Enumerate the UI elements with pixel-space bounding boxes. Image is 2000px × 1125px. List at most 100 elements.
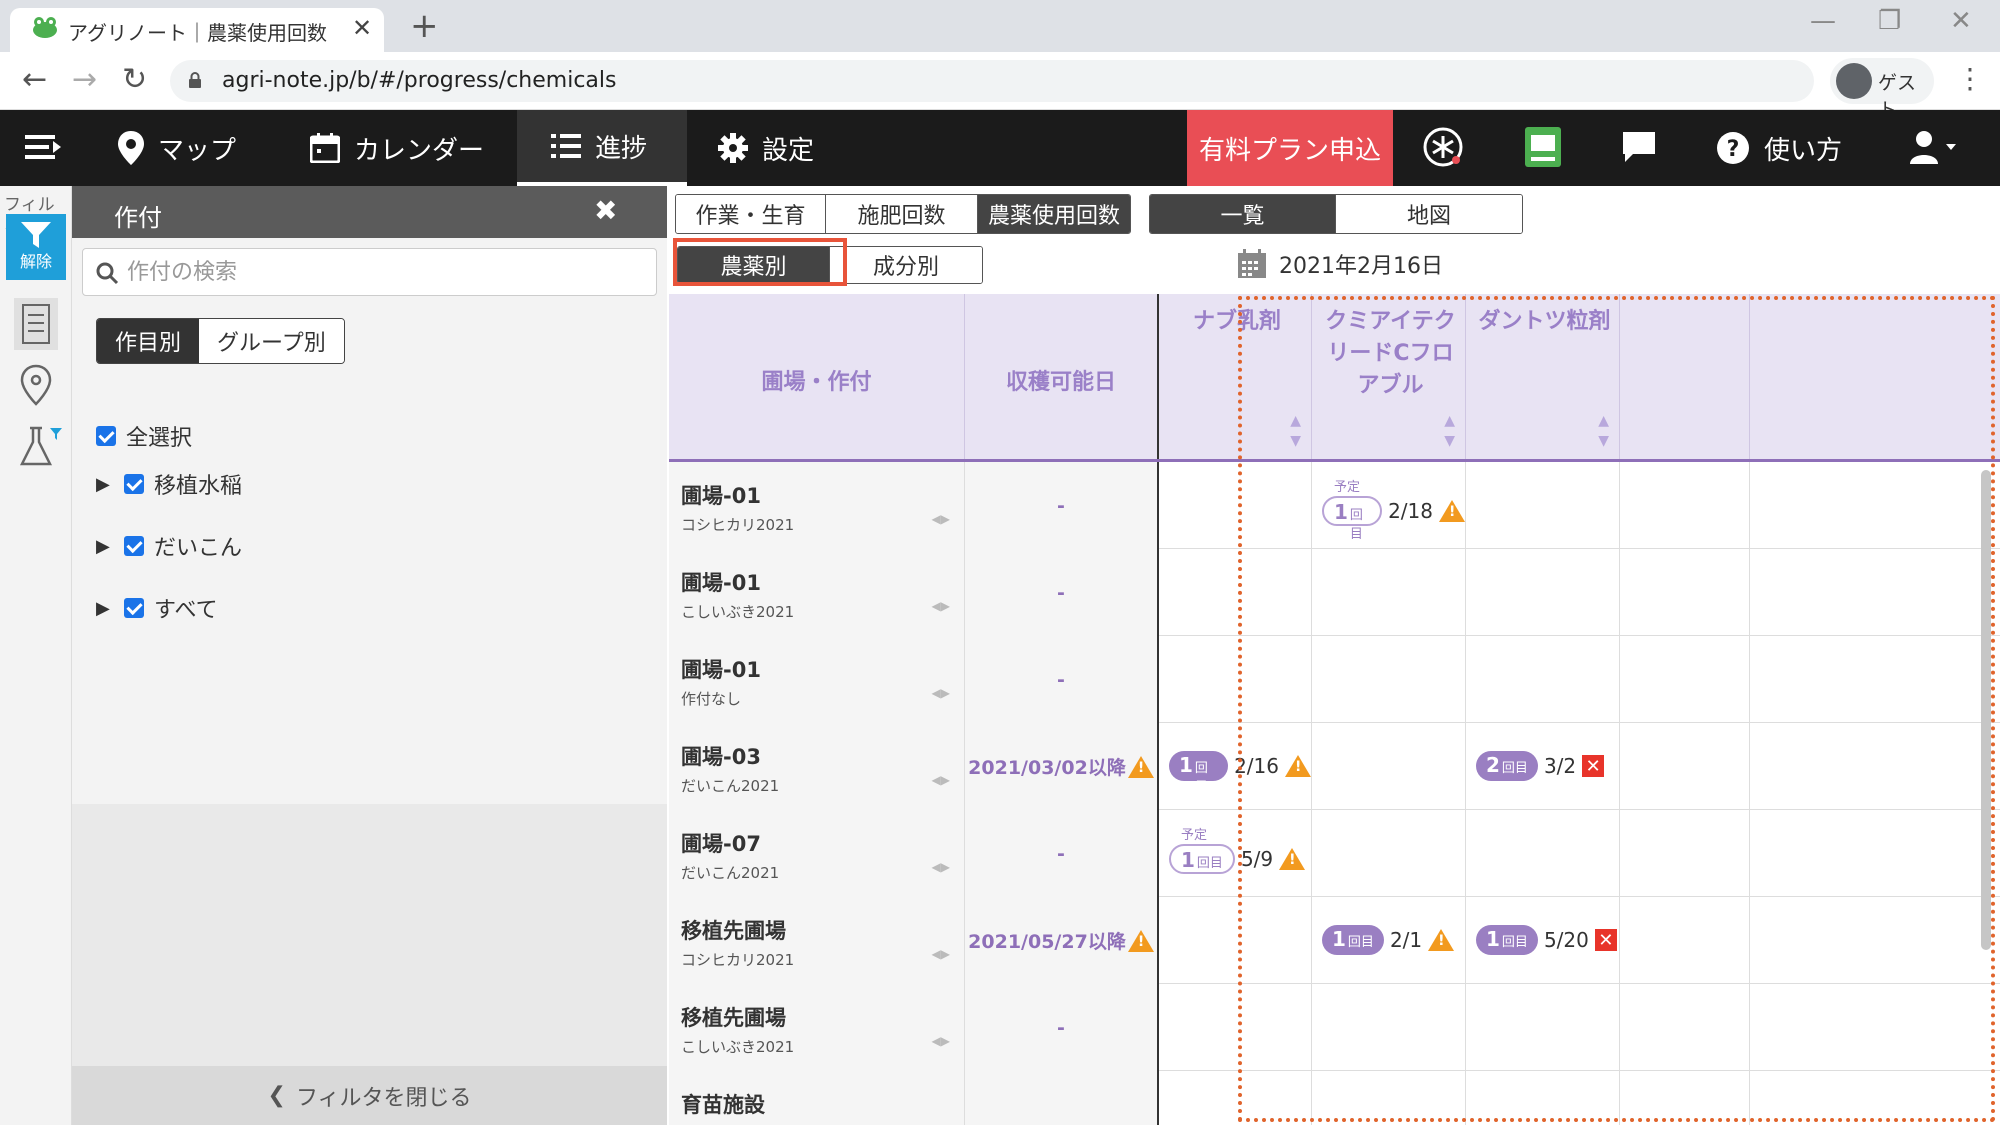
tab-fertilizer-count[interactable]: 施肥回数 [826,195,978,233]
date-display[interactable]: 2021年2月16日 [1237,248,1443,280]
chemical-usage-cell[interactable] [1466,636,1620,723]
tab-close-icon[interactable]: ✕ [352,14,372,42]
table-row[interactable]: 圃場-07 だいこん2021 ◀▶ - 予定 1 回目 5/9 [669,810,2000,897]
asterisk-circle-icon[interactable] [1420,124,1466,170]
chemical-usage-cell[interactable] [1620,897,1750,984]
col-header-chemical[interactable] [1620,294,1750,459]
chemical-usage-cell[interactable]: 2 回目 3/2 ✕ [1466,723,1620,810]
chemical-usage-cell[interactable] [1620,549,1750,636]
tab-map[interactable]: 地図 [1336,195,1522,233]
menu-toggle-icon[interactable] [20,124,66,170]
reload-icon[interactable]: ↻ [122,62,147,97]
crop-checkbox[interactable] [124,598,144,618]
tab-list[interactable]: 一覧 [1150,195,1336,233]
filter-clear-button[interactable]: 解除 [6,214,66,280]
chemical-usage-cell[interactable] [1312,636,1466,723]
chemical-usage-cell[interactable] [1159,984,1312,1071]
crop-search-input[interactable] [127,257,647,287]
crop-checkbox[interactable] [124,536,144,556]
chemical-usage-cell[interactable] [1159,636,1312,723]
url-field[interactable]: agri-note.jp/b/#/progress/chemicals [170,60,1814,102]
chemical-usage-cell[interactable]: 1 回目 2/16 [1159,723,1312,810]
scroll-arrows-icon[interactable]: ◀▶ [932,512,950,526]
document-icon[interactable] [14,298,58,350]
scroll-arrows-icon[interactable]: ◀▶ [932,947,950,961]
chemical-usage-cell[interactable]: 予定 1 回目 2/18 [1312,462,1466,549]
chat-icon[interactable] [1616,124,1662,170]
chemical-usage-cell[interactable] [1620,462,1750,549]
select-all-row[interactable]: 全選択 [96,420,192,452]
tab-pesticide-count[interactable]: 農薬使用回数 [978,195,1130,233]
profile-button[interactable]: ゲスト [1830,58,1934,121]
sort-arrows-icon[interactable]: ▲ ▼ [1444,411,1455,451]
chemical-usage-cell[interactable] [1312,549,1466,636]
help-button[interactable]: ? 使い方 [1716,110,1842,186]
chemical-usage-cell[interactable]: 予定 1 回目 5/9 [1159,810,1312,897]
pesticide-search-book-icon[interactable] [1520,124,1566,170]
expand-arrow-icon[interactable]: ▶ [96,536,114,557]
browser-menu-icon[interactable]: ⋮ [1956,62,1984,95]
expand-arrow-icon[interactable]: ▶ [96,474,114,495]
minimize-icon[interactable]: — [1810,6,1836,36]
chemical-usage-cell[interactable] [1620,1071,1750,1125]
user-menu-icon[interactable] [1904,124,1964,170]
nav-progress[interactable]: 進捗 [517,110,687,186]
table-row[interactable]: 圃場-01 作付なし ◀▶ - [669,636,2000,723]
table-row[interactable]: 移植先圃場 こしいぶき2021 ◀▶ - [669,984,2000,1071]
chemical-usage-cell[interactable] [1466,462,1620,549]
location-pin-icon[interactable] [18,364,54,406]
chemical-usage-cell[interactable] [1312,810,1466,897]
tab-by-ingredient[interactable]: 成分別 [830,247,982,283]
table-row[interactable]: 圃場-03 だいこん2021 ◀▶ 2021/03/02以降 1回目2/16 2回目3/2… [669,723,2000,810]
flask-filter-icon[interactable] [18,426,62,468]
expand-arrow-icon[interactable]: ▶ [96,598,114,619]
toggle-by-crop[interactable]: 作目別 [97,319,200,363]
scroll-arrows-icon[interactable]: ◀▶ [932,686,950,700]
nav-calendar[interactable]: カレンダー [310,110,484,186]
forward-icon[interactable]: → [72,62,97,97]
chemical-usage-cell[interactable] [1312,723,1466,810]
col-header-chemical[interactable]: ダントツ粒剤 ▲ ▼ [1466,294,1620,459]
chemical-usage-cell[interactable] [1312,984,1466,1071]
crop-checkbox[interactable] [124,474,144,494]
new-tab-button[interactable]: + [410,6,439,46]
close-filter-button[interactable]: ❮ フィルタを閉じる [72,1066,667,1125]
paid-plan-button[interactable]: 有料プラン申込 [1187,110,1393,186]
scroll-arrows-icon[interactable]: ◀▶ [932,1034,950,1048]
table-row[interactable]: 育苗施設 [669,1071,2000,1125]
table-row[interactable]: 圃場-01 こしいぶき2021 ◀▶ - [669,549,2000,636]
restore-icon[interactable]: ❐ [1878,6,1901,36]
chemical-usage-cell[interactable] [1159,462,1312,549]
col-header-chemical[interactable]: ナブ乳剤 ▲ ▼ [1159,294,1312,459]
chemical-usage-cell[interactable] [1159,1071,1312,1125]
chemical-usage-cell[interactable]: 1 回目 2/1 [1312,897,1466,984]
vertical-scrollbar[interactable] [1981,470,1991,950]
chemical-usage-cell[interactable] [1159,897,1312,984]
toggle-by-group[interactable]: グループ別 [199,319,344,363]
crop-item-row[interactable]: ▶ すべて [96,592,218,624]
chemical-usage-cell[interactable] [1466,810,1620,897]
back-icon[interactable]: ← [22,62,47,97]
chemical-usage-cell[interactable] [1159,549,1312,636]
col-header-chemical[interactable]: クミアイテク リードCフロ アブル ▲ ▼ [1312,294,1466,459]
crop-item-row[interactable]: ▶ 移植水稲 [96,468,242,500]
chemical-usage-cell[interactable] [1466,549,1620,636]
table-row[interactable]: 移植先圃場コシヒカリ2021◀▶2021/05/27以降1回目2/11回目5/2… [669,897,2000,984]
chemical-usage-cell[interactable] [1620,984,1750,1071]
chemical-usage-cell[interactable] [1466,1071,1620,1125]
chemical-usage-cell[interactable]: 1 回目 5/20 ✕ [1466,897,1620,984]
browser-tab[interactable]: アグリノート｜農薬使用回数 ✕ [10,8,384,52]
select-all-checkbox[interactable] [96,426,116,446]
tab-work-growth[interactable]: 作業・生育 [676,195,826,233]
chemical-usage-cell[interactable] [1312,1071,1466,1125]
window-close-icon[interactable]: ✕ [1950,6,1972,36]
chemical-usage-cell[interactable] [1620,723,1750,810]
chemical-usage-cell[interactable] [1620,636,1750,723]
chemical-usage-cell[interactable] [1620,810,1750,897]
scroll-arrows-icon[interactable]: ◀▶ [932,773,950,787]
filter-panel-close-icon[interactable]: ✖ [594,194,617,227]
scroll-arrows-icon[interactable]: ◀▶ [932,860,950,874]
crop-item-row[interactable]: ▶ だいこん [96,530,242,562]
chemical-usage-cell[interactable] [1466,984,1620,1071]
scroll-arrows-icon[interactable]: ◀▶ [932,599,950,613]
